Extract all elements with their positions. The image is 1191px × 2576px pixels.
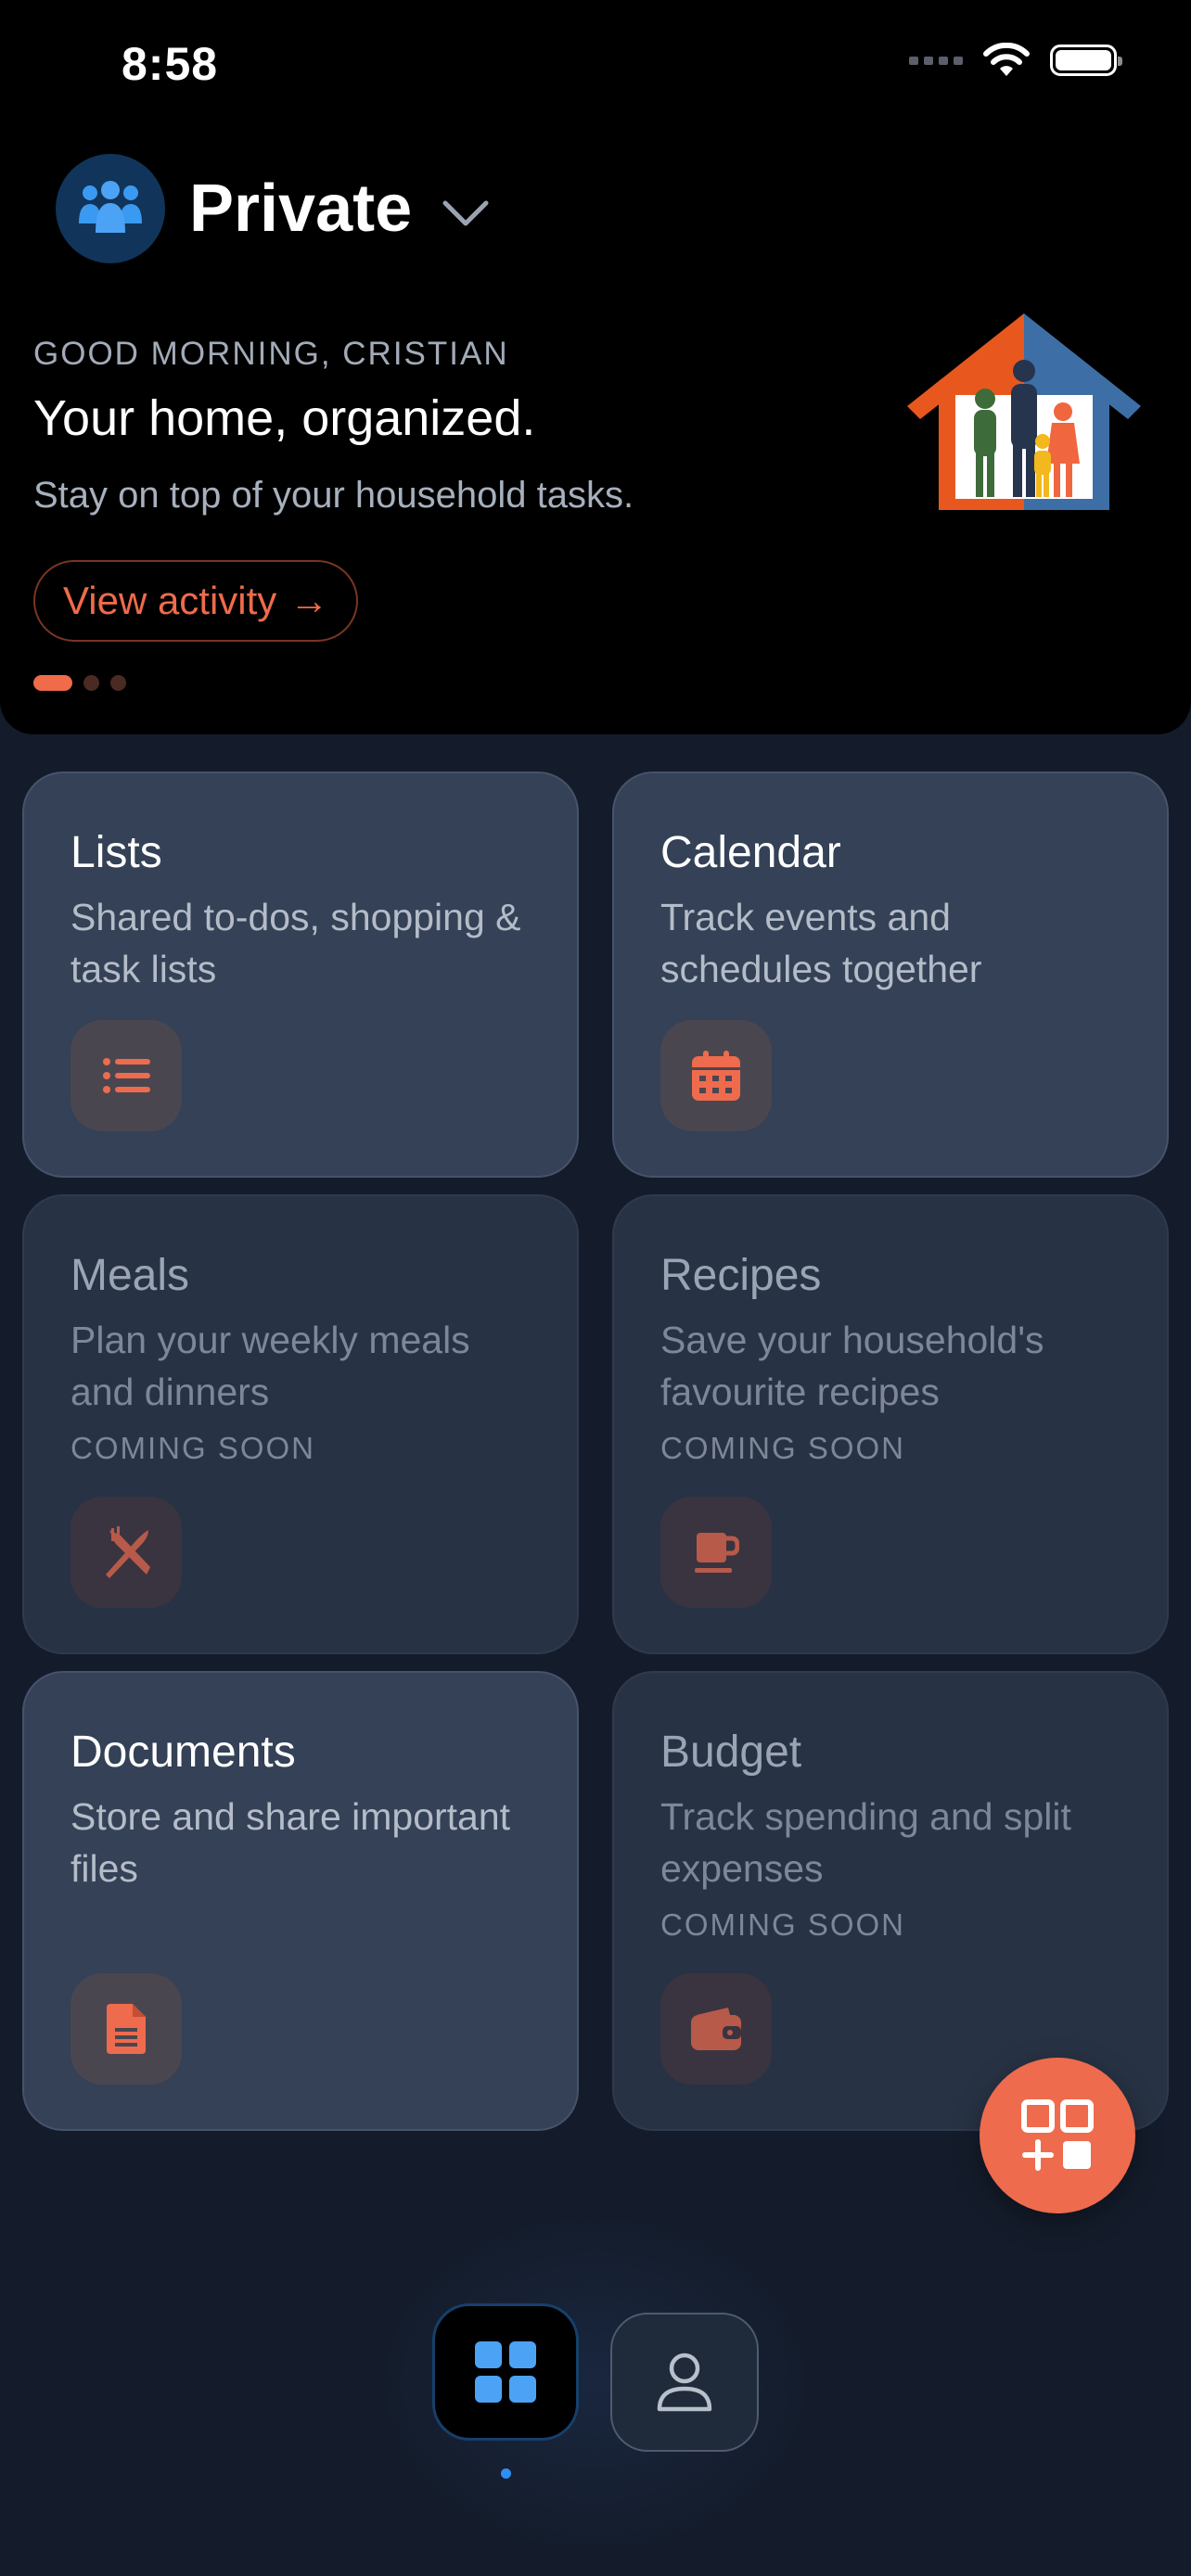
calendar-icon xyxy=(692,1051,740,1101)
card-calendar[interactable]: Calendar Track events and schedules toge… xyxy=(612,772,1169,1178)
wifi-icon xyxy=(983,43,1030,76)
card-description: Store and share important files xyxy=(70,1795,511,1890)
card-description: Save your household's favourite recipes xyxy=(660,1319,1044,1413)
household-avatar xyxy=(56,154,165,263)
card-title: Calendar xyxy=(660,828,841,877)
card-description: Plan your weekly meals and dinners xyxy=(70,1319,470,1413)
card-title: Recipes xyxy=(660,1251,822,1300)
add-widget-fab[interactable] xyxy=(980,2058,1135,2213)
list-icon xyxy=(103,1058,150,1093)
card-icon-tile xyxy=(70,1973,182,2085)
mug-icon xyxy=(695,1533,739,1573)
people-group-icon xyxy=(79,181,142,233)
card-icon-tile xyxy=(660,1497,772,1608)
battery-icon xyxy=(1050,45,1122,76)
wallet-icon xyxy=(691,2008,741,2050)
status-time: 8:58 xyxy=(122,38,219,90)
family-house-illustration xyxy=(907,313,1141,510)
chevron-down-icon xyxy=(442,200,489,226)
card-title: Documents xyxy=(70,1728,296,1777)
card-documents[interactable]: Documents Store and share important file… xyxy=(22,1671,579,2131)
carousel-dot[interactable] xyxy=(110,675,126,691)
utensils-icon xyxy=(106,1526,150,1578)
card-meals[interactable]: Meals Plan your weekly meals and dinners… xyxy=(22,1194,579,1654)
tab-profile[interactable] xyxy=(610,2313,759,2452)
card-lists[interactable]: Lists Shared to-dos, shopping & task lis… xyxy=(22,772,579,1178)
card-icon-tile xyxy=(70,1497,182,1608)
card-description: Track spending and split expenses xyxy=(660,1795,1071,1890)
document-icon xyxy=(107,2004,146,2054)
hero-banner: 8:58 Private GOOD MORNING, CRISTIAN Your… xyxy=(0,0,1191,734)
cellular-signal-icon xyxy=(909,56,963,65)
card-icon-tile xyxy=(660,1973,772,2085)
card-title: Meals xyxy=(70,1251,190,1300)
status-icons xyxy=(909,43,1122,78)
card-description: Shared to-dos, shopping & task lists xyxy=(70,896,521,990)
card-title: Lists xyxy=(70,828,162,877)
tab-home[interactable] xyxy=(432,2303,579,2441)
greeting-text: GOOD MORNING, CRISTIAN xyxy=(33,336,509,372)
active-tab-indicator xyxy=(501,2468,511,2479)
carousel-indicator[interactable] xyxy=(33,675,126,691)
carousel-dot-active[interactable] xyxy=(33,675,72,691)
hero-title: Your home, organized. xyxy=(33,390,536,446)
add-grid-icon xyxy=(1021,2099,1094,2171)
card-description: Track events and schedules together xyxy=(660,896,982,990)
carousel-dot[interactable] xyxy=(83,675,99,691)
coming-soon-badge: COMING SOON xyxy=(660,1431,906,1465)
grid-icon xyxy=(475,2341,536,2403)
view-activity-button[interactable]: View activity → xyxy=(33,560,359,642)
household-switcher[interactable]: Private xyxy=(56,154,490,263)
arrow-right-icon: → xyxy=(289,579,329,622)
view-activity-label: View activity xyxy=(63,579,277,622)
household-name: Private xyxy=(189,172,413,246)
card-icon-tile xyxy=(70,1020,182,1131)
card-title: Budget xyxy=(660,1728,802,1777)
coming-soon-badge: COMING SOON xyxy=(70,1431,316,1465)
hero-subtitle: Stay on top of your household tasks. xyxy=(33,475,634,516)
coming-soon-badge: COMING SOON xyxy=(660,1907,906,1942)
person-icon xyxy=(657,2353,712,2412)
card-icon-tile xyxy=(660,1020,772,1131)
card-recipes[interactable]: Recipes Save your household's favourite … xyxy=(612,1194,1169,1654)
